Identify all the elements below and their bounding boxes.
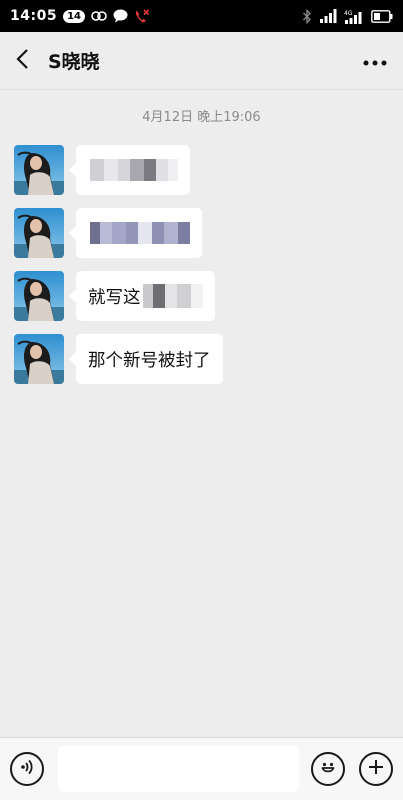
avatar[interactable] — [14, 334, 64, 384]
missed-call-icon — [134, 8, 150, 24]
message-bubble[interactable] — [69, 145, 190, 195]
chat-title: S晓晓 — [48, 51, 100, 73]
signal-4g-icon: 4G — [344, 9, 364, 24]
chat-area[interactable]: 4月12日 晚上19:06 就写这 那个新号被封了 — [0, 90, 403, 737]
back-button[interactable] — [0, 32, 44, 90]
battery-icon — [371, 9, 393, 23]
avatar[interactable] — [14, 271, 64, 321]
message-bubble[interactable]: 就写这 — [69, 271, 215, 321]
voice-icon — [18, 758, 36, 780]
signal-icon — [319, 9, 337, 23]
message-text: 就写这 — [88, 287, 141, 308]
message-bubble[interactable] — [69, 208, 202, 258]
redacted-mosaic — [90, 222, 190, 244]
chat-header: S晓晓 — [0, 32, 403, 90]
message-text: 那个新号被封了 — [88, 350, 211, 371]
status-bar: 14:05 14 4G — [0, 0, 403, 32]
voice-button[interactable] — [10, 752, 44, 786]
emoji-icon — [318, 757, 338, 781]
more-options-button[interactable] — [347, 32, 403, 90]
avatar[interactable] — [14, 208, 64, 258]
message-input[interactable] — [58, 746, 299, 792]
network-label: 4G — [344, 10, 353, 17]
chat-bubble-icon — [113, 9, 128, 23]
add-button[interactable] — [359, 752, 393, 786]
emoji-button[interactable] — [311, 752, 345, 786]
plus-icon — [367, 758, 385, 780]
message-row: 就写这 — [14, 271, 215, 321]
status-time: 14:05 — [10, 8, 58, 24]
bluetooth-icon — [302, 8, 312, 24]
chevron-left-icon — [15, 48, 29, 74]
redacted-mosaic — [90, 159, 178, 181]
message-timestamp: 4月12日 晚上19:06 — [142, 110, 261, 125]
redacted-mosaic — [142, 284, 203, 308]
more-dots-icon — [363, 51, 387, 70]
avatar[interactable] — [14, 145, 64, 195]
message-row: 那个新号被封了 — [14, 334, 223, 384]
message-row — [14, 145, 190, 195]
message-bubble[interactable]: 那个新号被封了 — [69, 334, 223, 384]
input-bar — [0, 737, 403, 800]
notification-count-badge: 14 — [63, 9, 85, 23]
message-row — [14, 208, 202, 258]
link-icon — [91, 10, 107, 22]
